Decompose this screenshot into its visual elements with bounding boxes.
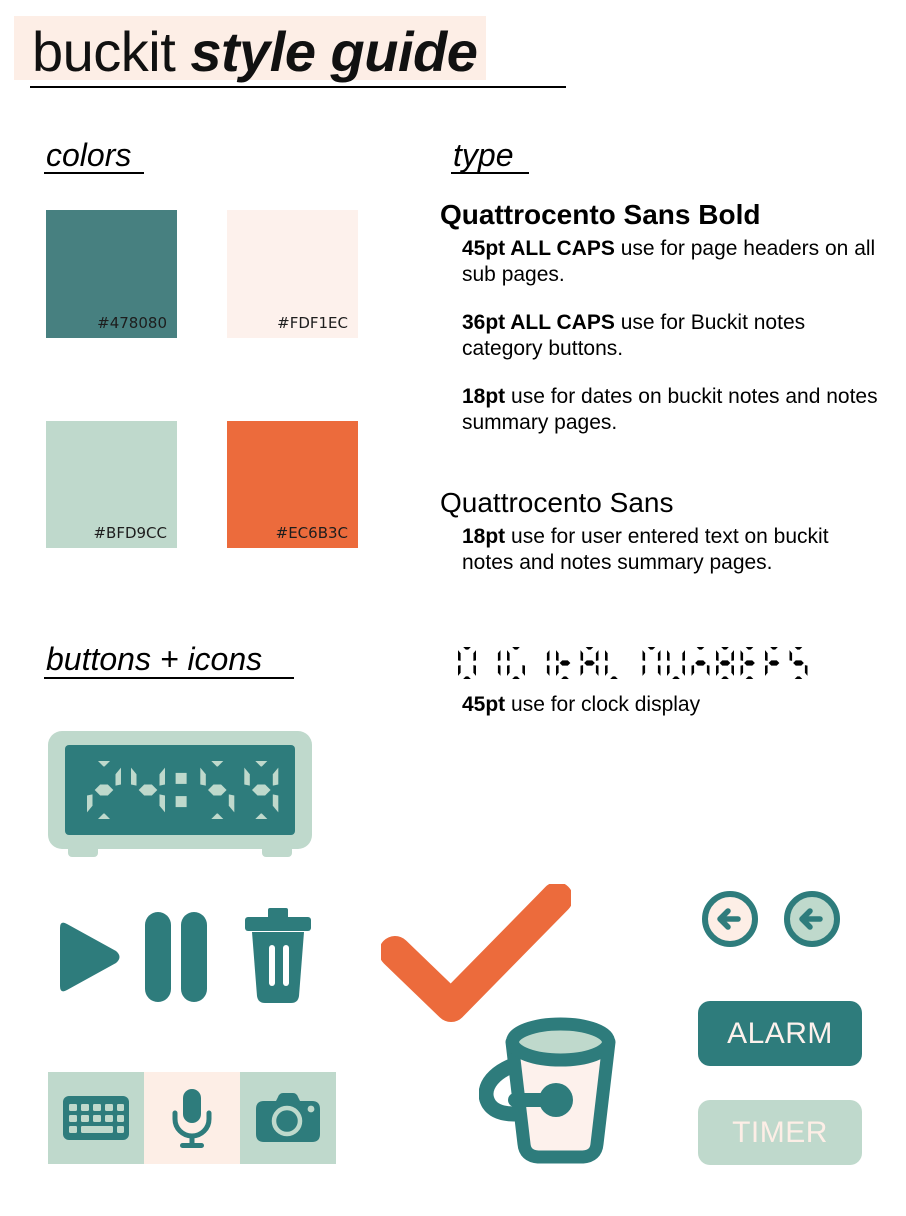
check-icon xyxy=(379,882,573,1022)
section-heading-colors: colors xyxy=(46,137,132,173)
microphone-input-tile[interactable] xyxy=(144,1072,240,1164)
section-underline-buttons-icons xyxy=(44,677,294,679)
color-swatch-mint: #BFD9CC xyxy=(46,421,177,548)
section-underline-colors xyxy=(44,172,144,174)
delete-button[interactable] xyxy=(243,908,313,1009)
color-hex-label: #FDF1EC xyxy=(277,314,348,332)
microphone-icon xyxy=(172,1089,212,1148)
type-spec-usage: use for clock display xyxy=(505,693,701,716)
trash-icon xyxy=(245,908,311,1003)
type-spec-18pt-regular: 18pt use for user entered text on buckit… xyxy=(440,524,880,576)
color-hex-label: #478080 xyxy=(97,314,167,332)
section-underline-type xyxy=(451,172,529,174)
confirm-check-icon-wrap xyxy=(379,882,573,1027)
clock-display xyxy=(65,745,295,835)
section-heading-buttons-icons: buttons + icons xyxy=(46,641,263,677)
seven-segment-text-icon xyxy=(458,647,808,679)
type-family-regular: Quattrocento Sans xyxy=(440,487,674,518)
type-spec-size: 36pt ALL CAPS xyxy=(462,311,615,334)
color-swatch-cream: #FDF1EC xyxy=(227,210,358,338)
type-spec-size: 45pt ALL CAPS xyxy=(462,237,615,260)
pause-icon xyxy=(145,912,207,1002)
type-spec-size: 18pt xyxy=(462,525,506,548)
type-specimen-column: Quattrocento Sans Bold 45pt ALL CAPS use… xyxy=(440,198,880,740)
camera-input-tile[interactable] xyxy=(240,1072,336,1164)
type-spec-usage: use for dates on buckit notes and notes … xyxy=(462,385,878,434)
color-hex-label: #BFD9CC xyxy=(93,524,167,542)
type-spec-size: 18pt xyxy=(462,385,506,408)
keyboard-icon xyxy=(63,1096,129,1140)
bucket-logo-icon xyxy=(478,1017,616,1164)
type-family-bold: Quattrocento Sans Bold xyxy=(440,199,761,230)
page-title: buckit style guide xyxy=(32,20,478,83)
back-button-mint[interactable] xyxy=(782,889,842,954)
type-spec-digital-45pt: 45pt use for clock display xyxy=(440,692,880,718)
pause-button[interactable] xyxy=(143,910,209,1009)
type-spec-45pt: 45pt ALL CAPS use for page headers on al… xyxy=(440,236,880,288)
play-icon xyxy=(60,922,120,992)
type-spec-size: 45pt xyxy=(462,693,506,716)
color-swatch-orange: #EC6B3C xyxy=(227,421,358,548)
back-arrow-icon xyxy=(784,891,840,947)
bucket-logo-wrap xyxy=(478,1016,621,1169)
type-spec-usage: use for user entered text on buckit note… xyxy=(462,525,829,574)
color-hex-label: #EC6B3C xyxy=(275,524,348,542)
title-underline xyxy=(30,86,566,88)
page-title-subject: style guide xyxy=(190,20,478,83)
back-button-cream[interactable] xyxy=(700,889,760,954)
page-title-brand: buckit xyxy=(32,20,176,83)
back-arrow-icon xyxy=(702,891,758,947)
digital-clock-component xyxy=(48,731,312,857)
clock-digits-icon xyxy=(87,761,279,819)
type-family-digital-sample xyxy=(440,642,880,686)
section-heading-type: type xyxy=(453,137,514,173)
type-spec-36pt: 36pt ALL CAPS use for Buckit notes categ… xyxy=(440,310,880,362)
type-spec-18pt-bold: 18pt use for dates on buckit notes and n… xyxy=(440,384,880,436)
color-swatch-teal: #478080 xyxy=(46,210,177,338)
page-header: buckit style guide xyxy=(0,0,906,110)
play-button[interactable] xyxy=(48,918,124,1001)
camera-icon xyxy=(256,1093,320,1142)
alarm-button[interactable]: ALARM xyxy=(698,1001,862,1066)
timer-button[interactable]: TIMER xyxy=(698,1100,862,1165)
keyboard-input-tile[interactable] xyxy=(48,1072,144,1164)
style-guide-page: buckit style guide colors type buttons +… xyxy=(0,0,906,1216)
